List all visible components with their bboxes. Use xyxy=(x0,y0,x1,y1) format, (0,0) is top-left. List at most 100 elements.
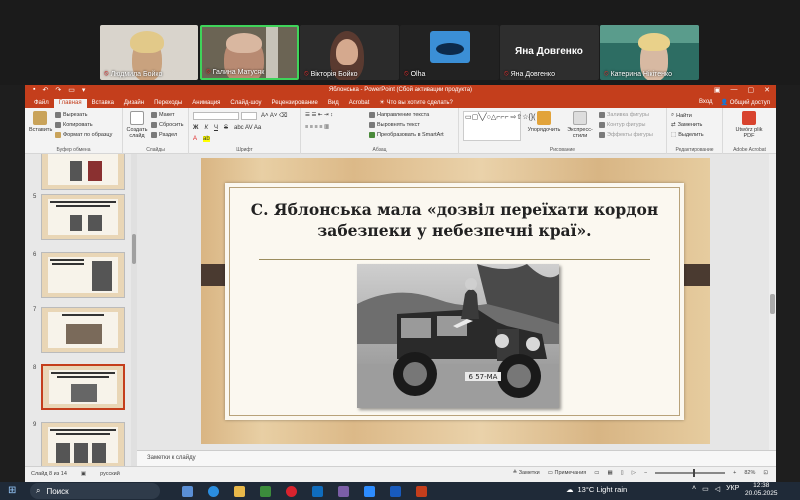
taskbar-clock[interactable]: 12:38 20.05.2025 xyxy=(745,482,778,498)
input-language[interactable]: УКР xyxy=(726,485,739,493)
participant-tile-active[interactable]: ⦸ Галина Матусяк xyxy=(200,25,299,80)
font-color-buttons[interactable]: Aab xyxy=(193,136,210,142)
sorter-view-icon[interactable]: ▦ xyxy=(607,470,612,476)
replace-button[interactable]: ⇄ Заменить xyxy=(671,122,702,128)
zoom-out-icon[interactable]: − xyxy=(644,470,647,476)
cursor-icon: ⬚ xyxy=(671,132,677,138)
reset-button[interactable]: Сбросить xyxy=(151,122,183,128)
align-text-icon xyxy=(369,122,375,128)
tab-file[interactable]: Файл xyxy=(29,99,54,108)
zoom-slider[interactable] xyxy=(655,469,726,477)
chevron-up-icon[interactable]: ˄ xyxy=(692,485,696,493)
tab-animations[interactable]: Анимация xyxy=(187,99,225,108)
word-icon[interactable] xyxy=(390,486,401,497)
new-slide-button[interactable]: Создать слайд xyxy=(126,111,148,139)
find-button[interactable]: ⌕ Найти xyxy=(671,112,692,119)
outlook-icon[interactable] xyxy=(312,486,323,497)
taskbar-search[interactable]: ⌕ Поиск xyxy=(30,483,160,499)
participant-tile[interactable]: ⦸ Людмила Бойко xyxy=(100,25,198,80)
shape-outline-button[interactable]: Контур фигуры xyxy=(599,122,645,128)
tab-transitions[interactable]: Переходы xyxy=(149,99,187,108)
slide-scrollbar[interactable] xyxy=(769,154,776,450)
notes-toggle[interactable]: ≙ Заметки xyxy=(513,470,540,476)
ribbon-display-icon[interactable]: ▣ xyxy=(714,86,721,94)
slide-thumbnail[interactable] xyxy=(41,422,125,466)
app-icon-purple[interactable] xyxy=(338,486,349,497)
search-icon: ⌕ xyxy=(671,112,675,118)
windows-start-icon[interactable]: ⊞ xyxy=(8,485,16,496)
powerpoint-icon[interactable] xyxy=(416,486,427,497)
participant-tile[interactable]: ⦸ Olha xyxy=(400,25,499,80)
fit-window-icon[interactable]: ⊡ xyxy=(763,470,768,476)
slide-thumbnail-selected[interactable] xyxy=(41,364,125,410)
slide-thumbnail[interactable] xyxy=(41,307,125,353)
participant-tile[interactable]: ⦸ Катерина Нікітенко xyxy=(600,25,699,80)
network-icon[interactable]: ▭ xyxy=(702,485,709,493)
slide[interactable]: С. Яблонська мала «дозвіл переїхати корд… xyxy=(201,158,710,444)
tell-me-search[interactable]: ☀ Что вы хотите сделать? xyxy=(374,98,457,108)
file-explorer-icon[interactable] xyxy=(234,486,245,497)
tab-home[interactable]: Главная xyxy=(53,99,87,108)
share-button[interactable]: 👤 Общий доступ xyxy=(721,99,770,106)
slideshow-view-icon[interactable]: ▷ xyxy=(632,470,636,476)
zoom-app-icon[interactable] xyxy=(364,486,375,497)
close-button[interactable]: ✕ xyxy=(764,86,770,94)
text-direction-button[interactable]: Направление текста xyxy=(369,112,429,118)
tab-acrobat[interactable]: Acrobat xyxy=(344,99,375,108)
slide-thumbnail[interactable] xyxy=(41,194,125,240)
signin-link[interactable]: Вход xyxy=(699,99,713,106)
font-name-input[interactable] xyxy=(193,112,239,120)
edge-icon[interactable] xyxy=(208,486,219,497)
minimize-button[interactable]: — xyxy=(731,86,738,94)
align-text-button[interactable]: Выровнять текст xyxy=(369,122,420,128)
section-icon xyxy=(151,132,157,138)
spellcheck-icon[interactable]: ▣ xyxy=(81,471,86,477)
app-icon[interactable] xyxy=(260,486,271,497)
maximize-button[interactable]: ▢ xyxy=(748,86,755,94)
font-grow-shrink[interactable]: A˄ A˅ ⌫ xyxy=(261,112,288,119)
comment-icon: ▭ xyxy=(547,470,555,476)
format-painter-button[interactable]: Формат по образцу xyxy=(55,132,112,138)
tab-review[interactable]: Рецензирование xyxy=(267,99,323,108)
slide-thumbnail[interactable] xyxy=(41,252,125,298)
select-button[interactable]: ⬚ Выделить xyxy=(671,132,704,138)
font-size-input[interactable] xyxy=(241,112,257,120)
copy-icon xyxy=(55,122,61,128)
list-buttons[interactable]: ☰ ☰ ⇤ ⇥ ↕ xyxy=(305,112,333,118)
tab-insert[interactable]: Вставка xyxy=(87,99,119,108)
shape-effects-button[interactable]: Эффекты фигуры xyxy=(599,132,653,138)
layout-button[interactable]: Макет xyxy=(151,112,175,118)
paste-icon xyxy=(33,111,47,125)
language-indicator[interactable]: русский xyxy=(100,471,120,477)
zoom-in-icon[interactable]: + xyxy=(733,470,736,476)
normal-view-icon[interactable]: ▭ xyxy=(594,470,599,476)
quick-styles-button[interactable]: Экспресс-стили xyxy=(563,111,597,139)
smartart-button[interactable]: Преобразовать в SmartArt xyxy=(369,132,444,138)
create-pdf-button[interactable]: Utwórz plik PDF xyxy=(731,111,767,139)
slide-title[interactable]: С. Яблонська мала «дозвіл переїхати корд… xyxy=(245,199,664,241)
section-button[interactable]: Раздел xyxy=(151,132,177,138)
windows-taskbar: ⊞ ⌕ Поиск ☁ 13°C Light rain ˄ ▭ ◁ УКР 12… xyxy=(0,482,800,500)
tab-design[interactable]: Дизайн xyxy=(119,99,149,108)
volume-icon[interactable]: ◁ xyxy=(715,485,720,493)
comments-toggle[interactable]: ▭ Примечания xyxy=(548,470,587,476)
shape-fill-button[interactable]: Заливка фигуры xyxy=(599,112,649,118)
task-view-icon[interactable] xyxy=(182,486,193,497)
tab-slideshow[interactable]: Слайд-шоу xyxy=(225,99,266,108)
tab-view[interactable]: Вид xyxy=(323,99,344,108)
copy-button[interactable]: Копировать xyxy=(55,122,93,128)
arrange-button[interactable]: Упорядочить xyxy=(525,111,563,133)
participant-tile[interactable]: ⦸ Вікторія Бойко xyxy=(300,25,399,80)
slide-thumbnail[interactable] xyxy=(41,154,125,190)
font-format-buttons[interactable]: ЖКЧS abc AV Aa xyxy=(193,125,261,131)
weather-widget[interactable]: ☁ 13°C Light rain xyxy=(566,485,627,494)
align-buttons[interactable]: ≡ ≡ ≡ ≡ ▥ xyxy=(305,124,329,130)
paste-button[interactable]: Вставить xyxy=(29,111,52,133)
shapes-gallery[interactable]: ▭▢╲╱○△⌐⌐⌐ ⇨⇧☆{}( ) xyxy=(463,111,540,141)
opera-icon[interactable] xyxy=(286,486,297,497)
reading-view-icon[interactable]: ▯ xyxy=(621,470,624,476)
slide-photo-woman-on-car[interactable]: 6 57-MA xyxy=(357,264,559,408)
cut-button[interactable]: Вырезать xyxy=(55,112,87,118)
zoom-level[interactable]: 82% xyxy=(744,470,755,476)
notes-pane[interactable]: Заметки к слайду xyxy=(137,450,776,466)
